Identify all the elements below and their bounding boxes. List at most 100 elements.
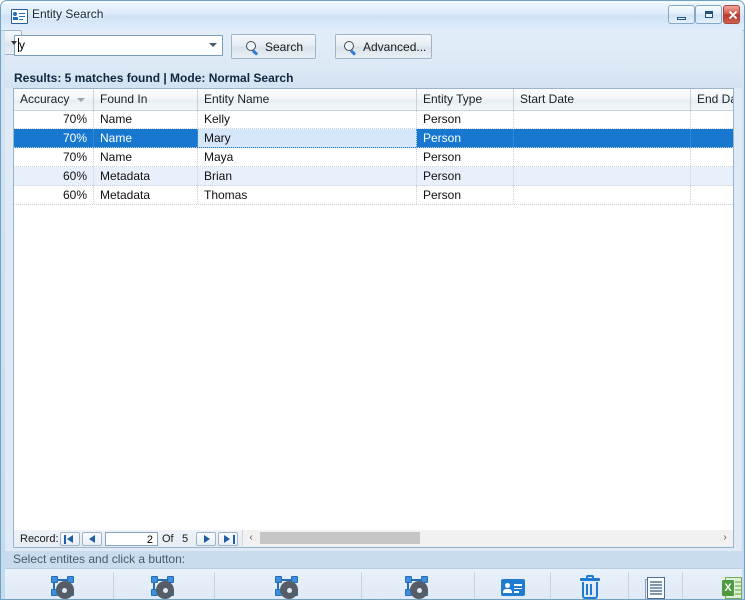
cell-found-in[interactable]: Metadata <box>94 167 198 185</box>
cell-end-date[interactable] <box>691 148 734 166</box>
trash-icon <box>576 575 604 600</box>
cell-accuracy[interactable]: 60% <box>14 167 94 185</box>
column-header-entity-name[interactable]: Entity Name <box>198 89 417 110</box>
column-header-label: Entity Name <box>204 92 269 106</box>
sort-descending-icon <box>77 98 85 102</box>
table-row[interactable]: 70%NameKellyPerson <box>14 110 733 129</box>
search-icon <box>344 41 357 54</box>
cell-entity-name[interactable]: Mary <box>198 129 417 147</box>
cell-entity-name[interactable]: Maya <box>198 148 417 166</box>
hint-text: Select entites and click a button: <box>13 552 185 566</box>
advanced-search-button[interactable]: Advanced... <box>335 34 432 59</box>
cell-entity-name[interactable]: Brian <box>198 167 417 185</box>
cell-accuracy[interactable]: 70% <box>14 148 94 166</box>
cell-entity-type[interactable]: Person <box>417 129 514 147</box>
results-summary-text: Results: 5 matches found | Mode: Normal … <box>14 71 293 85</box>
cell-start-date[interactable] <box>514 110 691 128</box>
cell-start-date[interactable] <box>514 167 691 185</box>
id-card-icon <box>499 575 527 600</box>
search-button-label: Search <box>265 40 303 54</box>
toolbar-button-1-degree-all-links[interactable]: + 1 Degree, All Links <box>362 572 475 600</box>
scroll-left-icon[interactable]: ‹ <box>243 530 259 546</box>
column-header-end-date[interactable]: End Date <box>691 89 734 110</box>
minimize-icon <box>677 17 686 20</box>
record-label: Record: <box>20 533 59 545</box>
maximize-button[interactable] <box>695 5 722 24</box>
search-term-combobox[interactable]: y <box>14 35 223 56</box>
cell-start-date[interactable] <box>514 148 691 166</box>
excel-icon: X <box>719 575 745 600</box>
column-header-accuracy[interactable]: Accuracy <box>14 89 94 110</box>
cell-found-in[interactable]: Name <box>94 129 198 147</box>
cell-end-date[interactable] <box>691 186 734 204</box>
toolbar-button-all-to-visualizer[interactable]: All to Visualizer <box>14 572 114 600</box>
document-icon <box>642 575 670 600</box>
action-toolbar: All to VisualizerSelected Entities+ 1 De… <box>5 568 742 600</box>
window-title: Entity Search <box>32 7 103 21</box>
column-header-label: Entity Type <box>423 92 482 106</box>
cell-end-date[interactable] <box>691 110 734 128</box>
toolbar-button-output-to-excel[interactable]: XOutput to Excel <box>683 572 745 600</box>
toolbar-button-selected-entities[interactable]: Selected Entities <box>114 572 215 600</box>
network-gear-icon <box>404 575 432 600</box>
chevron-down-icon[interactable] <box>209 43 217 47</box>
entity-card-icon <box>11 9 28 24</box>
search-toolbar: y Search Advanced... <box>5 30 742 69</box>
entity-search-window: Entity Search y Search <box>0 0 745 600</box>
cell-start-date[interactable] <box>514 186 691 204</box>
advanced-button-label: Advanced... <box>363 40 426 54</box>
toolbar-button-1-degree-only-direct-links[interactable]: + 1 Degree, Only Direct Links <box>215 572 362 600</box>
cell-entity-name[interactable]: Kelly <box>198 110 417 128</box>
cell-entity-type[interactable]: Person <box>417 167 514 185</box>
column-header-label: Accuracy <box>20 92 69 106</box>
search-term-value: y <box>19 38 25 52</box>
cell-start-date[interactable] <box>514 129 691 147</box>
previous-record-button[interactable] <box>82 532 102 546</box>
horizontal-scrollbar[interactable]: ‹ › <box>242 530 733 546</box>
cell-found-in[interactable]: Name <box>94 148 198 166</box>
column-header-entity-type[interactable]: Entity Type <box>417 89 514 110</box>
title-bar-glow <box>2 2 743 3</box>
results-grid[interactable]: Accuracy Found In Entity Name Entity Type St… <box>13 88 734 534</box>
first-record-icon <box>64 535 66 544</box>
toolbar-button-view-entity[interactable]: View Entity <box>475 572 551 600</box>
next-record-button[interactable] <box>196 532 216 546</box>
title-bar[interactable]: Entity Search <box>1 1 744 31</box>
last-record-button[interactable] <box>218 532 238 546</box>
column-header-found-in[interactable]: Found In <box>94 89 198 110</box>
first-record-button[interactable] <box>60 532 80 546</box>
table-row[interactable]: 70%NameMaryPerson <box>14 129 733 148</box>
hint-bar: Select entites and click a button: <box>5 551 742 568</box>
scroll-right-icon[interactable]: › <box>717 530 733 546</box>
record-navigator[interactable]: Record: 2 Of 5 ‹ › <box>13 530 734 548</box>
toolbar-button-delete-entity[interactable]: Delete Entity <box>551 572 629 600</box>
cell-entity-type[interactable]: Person <box>417 186 514 204</box>
table-row[interactable]: 60%MetadataThomasPerson <box>14 186 733 205</box>
cell-entity-type[interactable]: Person <box>417 110 514 128</box>
toolbar-button-report[interactable]: Report <box>629 572 683 600</box>
current-record-input[interactable]: 2 <box>105 532 158 546</box>
results-summary-bar: Results: 5 matches found | Mode: Normal … <box>5 69 742 88</box>
cell-accuracy[interactable]: 70% <box>14 110 94 128</box>
network-gear-icon <box>150 575 178 600</box>
cell-end-date[interactable] <box>691 129 734 147</box>
record-of-label: Of <box>162 533 174 545</box>
column-header-start-date[interactable]: Start Date <box>514 89 691 110</box>
cell-accuracy[interactable]: 60% <box>14 186 94 204</box>
cell-entity-type[interactable]: Person <box>417 148 514 166</box>
cell-accuracy[interactable]: 70% <box>14 129 94 147</box>
close-button[interactable] <box>723 5 740 24</box>
cell-found-in[interactable]: Metadata <box>94 186 198 204</box>
scrollbar-thumb[interactable] <box>260 532 420 544</box>
search-button[interactable]: Search <box>231 34 316 59</box>
table-row[interactable]: 60%MetadataBrianPerson <box>14 167 733 186</box>
minimize-button[interactable] <box>668 5 695 24</box>
cell-entity-name[interactable]: Thomas <box>198 186 417 204</box>
grid-header-row: Accuracy Found In Entity Name Entity Type St… <box>14 89 733 111</box>
next-record-icon <box>204 535 210 543</box>
cell-end-date[interactable] <box>691 167 734 185</box>
table-row[interactable]: 70%NameMayaPerson <box>14 148 733 167</box>
cell-found-in[interactable]: Name <box>94 110 198 128</box>
column-header-label: End Date <box>697 92 734 106</box>
search-icon <box>246 41 259 54</box>
